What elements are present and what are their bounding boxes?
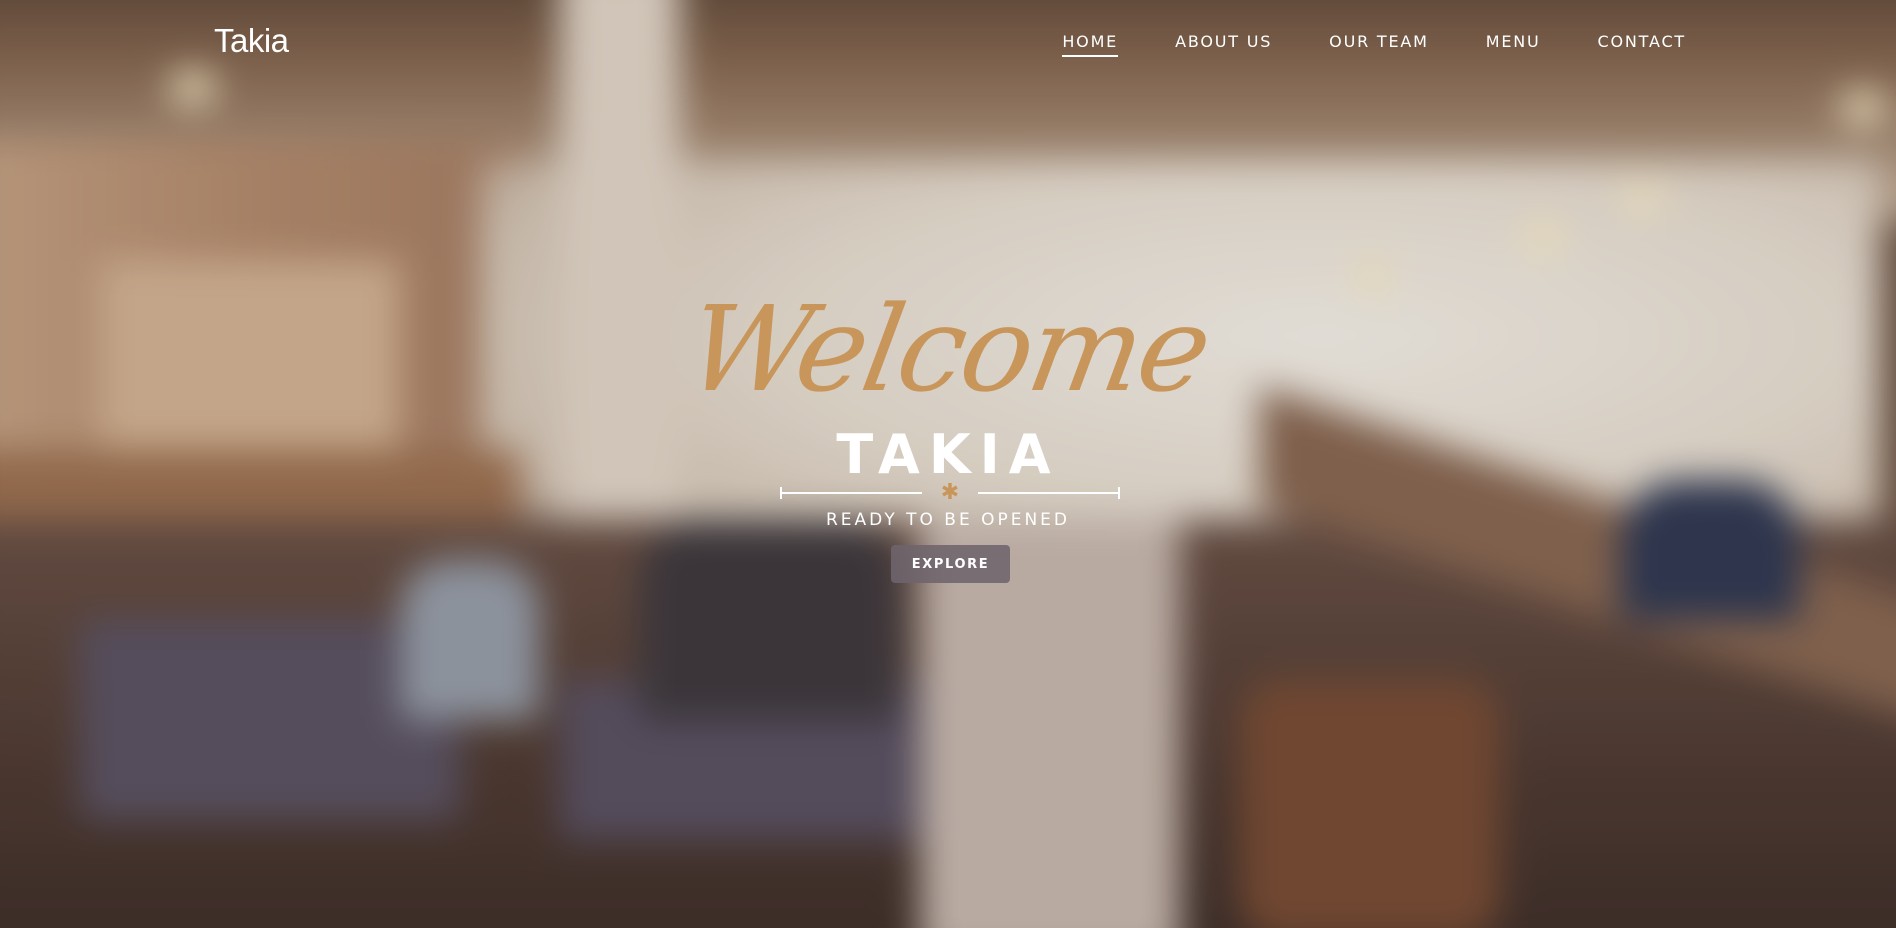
nav-item-our-team[interactable]: OUR TEAM <box>1329 32 1429 57</box>
nav-item-home[interactable]: HOME <box>1062 32 1119 57</box>
hero-section: Takia HOME ABOUT US OUR TEAM MENU CONTAC… <box>0 0 1896 928</box>
brand-logo[interactable]: Takia <box>214 22 289 60</box>
nav-item-contact[interactable]: CONTACT <box>1598 32 1686 57</box>
explore-button[interactable]: EXPLORE <box>891 545 1010 583</box>
welcome-script-title: Welcome <box>677 280 1219 418</box>
top-navbar: Takia HOME ABOUT US OUR TEAM MENU CONTAC… <box>0 0 1896 86</box>
tagline: READY TO BE OPENED <box>825 510 1071 530</box>
nav-item-menu[interactable]: MENU <box>1486 32 1541 57</box>
nav-menu: HOME ABOUT US OUR TEAM MENU CONTACT <box>1005 32 1686 57</box>
ornament-divider: ✱ <box>780 482 1120 504</box>
asterisk-icon: ✱ <box>940 480 960 505</box>
site-name-heading: TAKIA <box>836 423 1060 486</box>
nav-item-about-us[interactable]: ABOUT US <box>1175 32 1272 57</box>
